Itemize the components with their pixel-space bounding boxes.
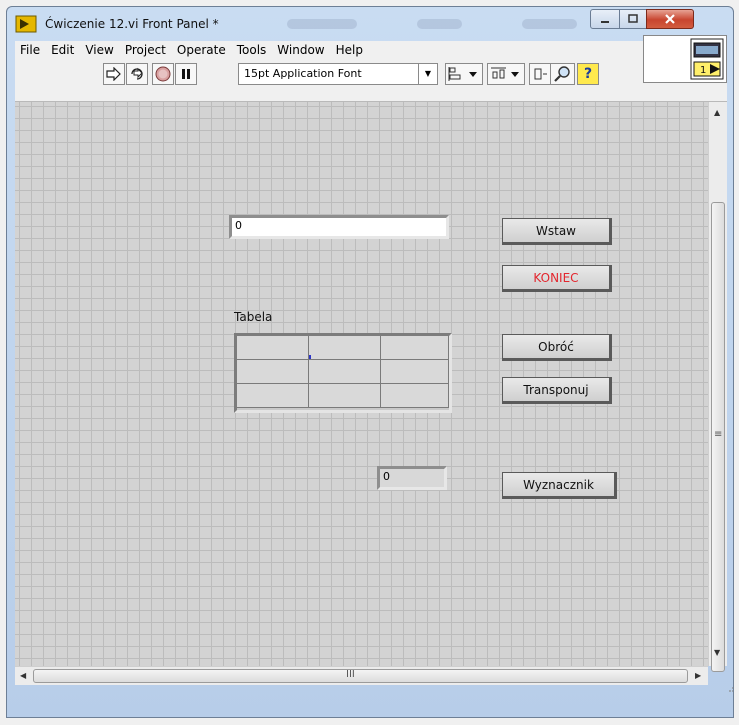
help-icon: ? [583,66,593,82]
menu-edit[interactable]: Edit [46,43,80,57]
menu-file[interactable]: File [15,43,46,57]
run-continuous-icon [131,67,143,80]
table-label: Tabela [234,310,273,324]
vertical-scrollbar[interactable]: ▲ ≡ ▼ [708,102,727,672]
align-objects-button[interactable] [445,63,483,85]
transponuj-button[interactable]: Transponuj [502,377,612,404]
close-icon [665,14,675,24]
scroll-down-icon[interactable]: ▼ [714,648,720,657]
chevron-down-icon: ▼ [418,64,437,84]
resize-grip-icon[interactable] [727,685,734,693]
table-cell[interactable] [309,360,381,384]
determinant-indicator-value: 0 [383,470,390,483]
maximize-button[interactable] [619,9,647,29]
table-cell[interactable] [237,360,309,384]
abort-icon [155,66,171,82]
toolbar: 15pt Application Font ▼ ? 1 [15,35,727,102]
koniec-button-label: KONIEC [533,271,579,285]
table-cell[interactable] [381,336,449,360]
menu-bar: File Edit View Project Operate Tools Win… [15,41,727,59]
wyznacznik-button-label: Wyznacznik [523,478,594,492]
menu-window[interactable]: Window [272,43,330,57]
tabela-table[interactable] [234,333,452,413]
abort-button[interactable] [152,63,174,85]
horizontal-scrollbar[interactable]: ◀ III ▶ [15,666,708,685]
scroll-up-icon[interactable]: ▲ [714,108,720,117]
connector-pane-icon: 1 [690,38,724,80]
vertical-scroll-thumb[interactable]: ≡ [711,202,725,672]
search-icon [553,66,570,82]
numeric-input[interactable]: 0 [229,215,449,239]
scroll-left-icon[interactable]: ◀ [20,671,26,680]
determinant-indicator: 0 [377,466,447,490]
horizontal-scroll-thumb[interactable]: III [33,669,688,683]
table-cell[interactable] [237,336,309,360]
search-button[interactable] [551,63,575,85]
labview-vi-icon [15,15,37,33]
title-blur [287,19,357,29]
table-cursor-marker [309,355,311,359]
table-cell[interactable] [381,384,449,408]
run-button[interactable] [103,63,125,85]
front-panel-canvas[interactable]: 0 Wstaw KONIEC Tabela Obróć Transponuj 0… [15,102,708,666]
scroll-grip-icon: ≡ [714,429,723,440]
align-icon [448,67,477,81]
menu-help[interactable]: Help [331,43,369,57]
menu-tools[interactable]: Tools [232,43,273,57]
wyznacznik-button[interactable]: Wyznacznik [502,472,617,499]
menu-operate[interactable]: Operate [172,43,232,57]
wstaw-button-label: Wstaw [536,224,576,238]
pause-icon [182,69,190,79]
window-title: Ćwiczenie 12.vi Front Panel * [45,17,219,31]
resize-icon [534,68,547,80]
pause-button[interactable] [175,63,197,85]
wstaw-button[interactable]: Wstaw [502,218,612,245]
labview-window: Ćwiczenie 12.vi Front Panel * File Edit … [6,6,734,718]
maximize-icon [628,14,638,23]
obroc-button[interactable]: Obróć [502,334,612,361]
close-button[interactable] [646,9,694,29]
table-cell[interactable] [309,384,381,408]
scroll-grip-icon: III [346,669,355,680]
table-cell[interactable] [309,336,381,360]
obroc-button-label: Obróć [538,340,574,354]
help-button[interactable]: ? [577,63,599,85]
resize-objects-button[interactable] [529,63,551,85]
minimize-button[interactable] [590,9,620,29]
svg-text:1: 1 [700,65,706,76]
title-blur [522,19,577,29]
koniec-button[interactable]: KONIEC [502,265,612,292]
title-blur [417,19,462,29]
table-cell[interactable] [237,384,309,408]
run-continuous-button[interactable] [126,63,148,85]
distribute-objects-button[interactable] [487,63,525,85]
table-grid [237,336,449,408]
transponuj-button-label: Transponuj [523,383,589,397]
table-cell[interactable] [381,360,449,384]
title-bar[interactable]: Ćwiczenie 12.vi Front Panel * [7,7,733,41]
menu-view[interactable]: View [80,43,119,57]
font-dropdown-value: 15pt Application Font [244,67,362,80]
distribute-icon [491,67,519,79]
vi-icon-pane[interactable]: 1 [643,35,727,83]
font-dropdown[interactable]: 15pt Application Font ▼ [238,63,438,85]
scroll-right-icon[interactable]: ▶ [695,671,701,680]
minimize-icon [601,21,609,23]
run-arrow-icon [106,67,121,81]
menu-project[interactable]: Project [120,43,172,57]
numeric-input-value: 0 [235,219,242,232]
